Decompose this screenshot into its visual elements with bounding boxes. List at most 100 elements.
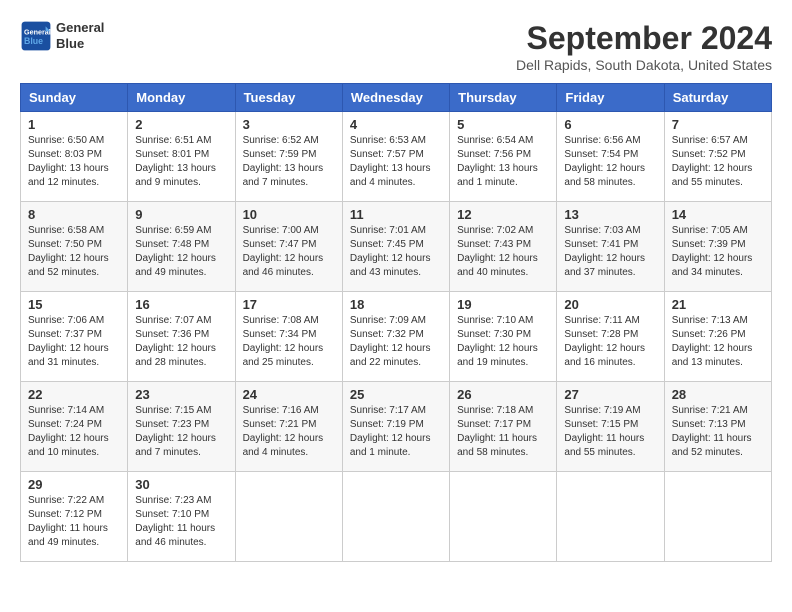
- day-number: 27: [564, 387, 656, 402]
- weekday-header: Thursday: [450, 84, 557, 112]
- day-info: Sunrise: 7:17 AM Sunset: 7:19 PM Dayligh…: [350, 404, 442, 460]
- day-number: 6: [564, 117, 656, 132]
- calendar-day-cell: 18Sunrise: 7:09 AM Sunset: 7:32 PM Dayli…: [342, 292, 449, 382]
- day-info: Sunrise: 6:52 AM Sunset: 7:59 PM Dayligh…: [243, 134, 335, 190]
- day-number: 24: [243, 387, 335, 402]
- day-info: Sunrise: 7:01 AM Sunset: 7:45 PM Dayligh…: [350, 224, 442, 280]
- day-info: Sunrise: 7:03 AM Sunset: 7:41 PM Dayligh…: [564, 224, 656, 280]
- day-number: 25: [350, 387, 442, 402]
- title-block: September 2024 Dell Rapids, South Dakota…: [516, 20, 772, 73]
- calendar-day-cell: 9 Sunrise: 6:59 AM Sunset: 7:48 PM Daylig…: [128, 202, 235, 292]
- calendar-day-cell: 5 Sunrise: 6:54 AM Sunset: 7:56 PM Daylig…: [450, 112, 557, 202]
- day-info: Sunrise: 7:16 AM Sunset: 7:21 PM Dayligh…: [243, 404, 335, 460]
- calendar-week-row: 1 Sunrise: 6:50 AM Sunset: 8:03 PM Daylig…: [21, 112, 772, 202]
- day-number: 10: [243, 207, 335, 222]
- day-info: Sunrise: 7:09 AM Sunset: 7:32 PM Dayligh…: [350, 314, 442, 370]
- day-number: 17: [243, 297, 335, 312]
- day-info: Sunrise: 7:18 AM Sunset: 7:17 PM Dayligh…: [457, 404, 549, 460]
- day-number: 9: [135, 207, 227, 222]
- calendar-day-cell: 20 Sunrise: 7:11 AM Sunset: 7:28 PM Dayli…: [557, 292, 664, 382]
- day-number: 1: [28, 117, 120, 132]
- day-info: Sunrise: 6:51 AM Sunset: 8:01 PM Dayligh…: [135, 134, 227, 190]
- calendar-day-cell: 27 Sunrise: 7:19 AM Sunset: 7:15 PM Dayli…: [557, 382, 664, 472]
- logo-icon: General Blue: [20, 20, 52, 52]
- day-info: Sunrise: 6:50 AM Sunset: 8:03 PM Dayligh…: [28, 134, 120, 190]
- day-info: Sunrise: 7:11 AM Sunset: 7:28 PM Dayligh…: [564, 314, 656, 370]
- day-number: 19: [457, 297, 549, 312]
- weekday-header: Saturday: [664, 84, 771, 112]
- calendar-day-cell: 2 Sunrise: 6:51 AM Sunset: 8:01 PM Daylig…: [128, 112, 235, 202]
- empty-cell: [664, 472, 771, 562]
- calendar-day-cell: 8Sunrise: 6:58 AM Sunset: 7:50 PM Daylig…: [21, 202, 128, 292]
- calendar-header-row: SundayMondayTuesdayWednesdayThursdayFrid…: [21, 84, 772, 112]
- day-number: 2: [135, 117, 227, 132]
- day-info: Sunrise: 7:15 AM Sunset: 7:23 PM Dayligh…: [135, 404, 227, 460]
- weekday-header: Friday: [557, 84, 664, 112]
- calendar-day-cell: 4Sunrise: 6:53 AM Sunset: 7:57 PM Daylig…: [342, 112, 449, 202]
- day-info: Sunrise: 7:21 AM Sunset: 7:13 PM Dayligh…: [672, 404, 764, 460]
- empty-cell: [557, 472, 664, 562]
- weekday-header: Monday: [128, 84, 235, 112]
- day-number: 20: [564, 297, 656, 312]
- day-info: Sunrise: 7:19 AM Sunset: 7:15 PM Dayligh…: [564, 404, 656, 460]
- calendar-day-cell: 12 Sunrise: 7:02 AM Sunset: 7:43 PM Dayli…: [450, 202, 557, 292]
- day-number: 30: [135, 477, 227, 492]
- day-info: Sunrise: 7:14 AM Sunset: 7:24 PM Dayligh…: [28, 404, 120, 460]
- svg-text:Blue: Blue: [24, 36, 43, 46]
- calendar-week-row: 22 Sunrise: 7:14 AM Sunset: 7:24 PM Dayli…: [21, 382, 772, 472]
- calendar-day-cell: 14Sunrise: 7:05 AM Sunset: 7:39 PM Dayli…: [664, 202, 771, 292]
- day-info: Sunrise: 7:06 AM Sunset: 7:37 PM Dayligh…: [28, 314, 120, 370]
- empty-cell: [235, 472, 342, 562]
- calendar-day-cell: 30 Sunrise: 7:23 AM Sunset: 7:10 PM Dayli…: [128, 472, 235, 562]
- weekday-header: Sunday: [21, 84, 128, 112]
- day-number: 5: [457, 117, 549, 132]
- empty-cell: [450, 472, 557, 562]
- day-info: Sunrise: 7:13 AM Sunset: 7:26 PM Dayligh…: [672, 314, 764, 370]
- day-number: 26: [457, 387, 549, 402]
- day-info: Sunrise: 6:56 AM Sunset: 7:54 PM Dayligh…: [564, 134, 656, 190]
- logo: General Blue General Blue: [20, 20, 104, 52]
- calendar-day-cell: 19 Sunrise: 7:10 AM Sunset: 7:30 PM Dayli…: [450, 292, 557, 382]
- day-number: 28: [672, 387, 764, 402]
- calendar-week-row: 15 Sunrise: 7:06 AM Sunset: 7:37 PM Dayli…: [21, 292, 772, 382]
- day-info: Sunrise: 7:02 AM Sunset: 7:43 PM Dayligh…: [457, 224, 549, 280]
- day-info: Sunrise: 6:59 AM Sunset: 7:48 PM Dayligh…: [135, 224, 227, 280]
- day-number: 22: [28, 387, 120, 402]
- day-info: Sunrise: 7:00 AM Sunset: 7:47 PM Dayligh…: [243, 224, 335, 280]
- day-info: Sunrise: 6:57 AM Sunset: 7:52 PM Dayligh…: [672, 134, 764, 190]
- day-info: Sunrise: 7:23 AM Sunset: 7:10 PM Dayligh…: [135, 494, 227, 550]
- day-number: 13: [564, 207, 656, 222]
- logo-text: General Blue: [56, 20, 104, 51]
- weekday-header: Wednesday: [342, 84, 449, 112]
- calendar-week-row: 29Sunrise: 7:22 AM Sunset: 7:12 PM Dayli…: [21, 472, 772, 562]
- day-number: 15: [28, 297, 120, 312]
- day-info: Sunrise: 6:54 AM Sunset: 7:56 PM Dayligh…: [457, 134, 549, 190]
- calendar-table: SundayMondayTuesdayWednesdayThursdayFrid…: [20, 83, 772, 562]
- day-number: 16: [135, 297, 227, 312]
- day-number: 8: [28, 207, 120, 222]
- day-number: 29: [28, 477, 120, 492]
- day-number: 21: [672, 297, 764, 312]
- calendar-day-cell: 3 Sunrise: 6:52 AM Sunset: 7:59 PM Daylig…: [235, 112, 342, 202]
- calendar-day-cell: 1 Sunrise: 6:50 AM Sunset: 8:03 PM Daylig…: [21, 112, 128, 202]
- day-number: 11: [350, 207, 442, 222]
- calendar-day-cell: 10 Sunrise: 7:00 AM Sunset: 7:47 PM Dayli…: [235, 202, 342, 292]
- calendar-day-cell: 22 Sunrise: 7:14 AM Sunset: 7:24 PM Dayli…: [21, 382, 128, 472]
- day-number: 12: [457, 207, 549, 222]
- calendar-day-cell: 17 Sunrise: 7:08 AM Sunset: 7:34 PM Dayli…: [235, 292, 342, 382]
- calendar-day-cell: 7Sunrise: 6:57 AM Sunset: 7:52 PM Daylig…: [664, 112, 771, 202]
- calendar-day-cell: 28 Sunrise: 7:21 AM Sunset: 7:13 PM Dayli…: [664, 382, 771, 472]
- calendar-day-cell: 11 Sunrise: 7:01 AM Sunset: 7:45 PM Dayli…: [342, 202, 449, 292]
- page-title: September 2024: [516, 20, 772, 57]
- calendar-day-cell: 21 Sunrise: 7:13 AM Sunset: 7:26 PM Dayli…: [664, 292, 771, 382]
- day-number: 4: [350, 117, 442, 132]
- calendar-day-cell: 6 Sunrise: 6:56 AM Sunset: 7:54 PM Daylig…: [557, 112, 664, 202]
- empty-cell: [342, 472, 449, 562]
- day-number: 3: [243, 117, 335, 132]
- day-info: Sunrise: 7:10 AM Sunset: 7:30 PM Dayligh…: [457, 314, 549, 370]
- day-info: Sunrise: 7:05 AM Sunset: 7:39 PM Dayligh…: [672, 224, 764, 280]
- day-info: Sunrise: 7:07 AM Sunset: 7:36 PM Dayligh…: [135, 314, 227, 370]
- page-header: General Blue General Blue September 2024…: [20, 20, 772, 73]
- day-number: 23: [135, 387, 227, 402]
- day-info: Sunrise: 7:08 AM Sunset: 7:34 PM Dayligh…: [243, 314, 335, 370]
